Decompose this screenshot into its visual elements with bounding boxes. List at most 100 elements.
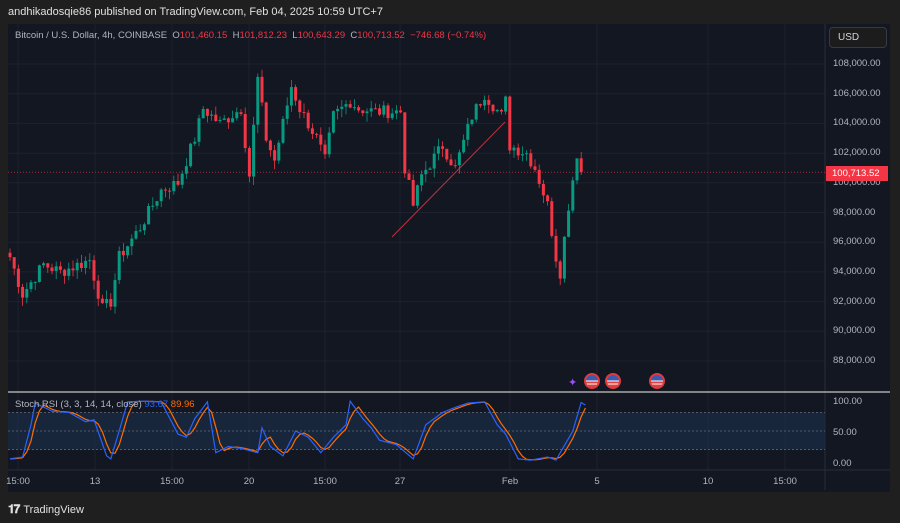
candle-body [105, 299, 109, 304]
us-flag-event-icon[interactable] [605, 373, 621, 389]
us-flag-event-icon[interactable] [649, 373, 665, 389]
candle-body [155, 201, 159, 206]
brand-name: TradingView [23, 503, 84, 516]
time-axis-label: 13 [89, 476, 101, 487]
candle-body [42, 263, 46, 266]
price-chart[interactable] [0, 0, 900, 523]
candle-body [33, 281, 37, 283]
candle-body [67, 268, 71, 276]
candle-body [516, 147, 520, 156]
candle-body [218, 119, 222, 122]
candle-body [432, 153, 436, 169]
candle-body [453, 165, 457, 167]
candle-body [176, 181, 180, 185]
candle-body [268, 140, 272, 151]
candle-body [210, 114, 214, 116]
candle-body [231, 118, 235, 123]
candle-body [134, 230, 138, 239]
candle-body [58, 266, 62, 270]
candle-body [222, 118, 226, 120]
candle-body [121, 250, 125, 256]
candle-body [394, 110, 398, 114]
candle-body [558, 261, 562, 279]
price-axis-label: 92,000.00 [833, 295, 876, 307]
candle-body [487, 99, 491, 105]
price-axis-label: 94,000.00 [833, 265, 876, 277]
time-axis-label: 5 [594, 476, 600, 487]
candle-body [424, 169, 428, 175]
candle-body [340, 106, 344, 109]
candle-body [470, 119, 474, 125]
sparkle-event-icon[interactable]: ✦ [568, 376, 577, 389]
candle-body [562, 236, 566, 279]
candle-body [239, 112, 243, 115]
candle-body [214, 114, 218, 122]
time-axis-label: 15:00 [773, 476, 797, 487]
candle-body [575, 158, 579, 181]
candle-body [71, 268, 75, 271]
low-value: 100,643.29 [297, 30, 346, 41]
price-axis-label: 90,000.00 [833, 325, 876, 337]
time-axis-label: 27 [394, 476, 406, 487]
candle-body [483, 99, 487, 106]
candle-body [567, 210, 571, 237]
candle-body [403, 112, 407, 174]
candle-body [84, 260, 88, 268]
candle-body [163, 189, 167, 191]
candle-body [289, 87, 293, 106]
candle-body [462, 139, 466, 153]
candle-body [344, 104, 348, 107]
candle-body [382, 105, 386, 115]
candle-body [373, 108, 377, 110]
open-label: O [172, 30, 180, 41]
stoch-axis-label: 50.00 [833, 427, 857, 438]
candle-body [331, 111, 335, 133]
candle-body [235, 112, 239, 119]
currency-button[interactable]: USD [829, 27, 887, 48]
candle-body [277, 142, 281, 161]
candle-body [256, 76, 260, 125]
candle-body [285, 105, 289, 119]
candle-body [319, 134, 323, 145]
time-axis-label: Feb [501, 476, 519, 487]
candle-body [264, 102, 268, 141]
candle-body [512, 147, 516, 151]
candle-body [247, 148, 251, 177]
close-value: 100,713.52 [357, 30, 405, 41]
candle-body [399, 110, 403, 113]
candle-body [474, 104, 478, 120]
candle-body [79, 262, 83, 268]
candle-body [436, 146, 440, 154]
us-flag-event-icon[interactable] [584, 373, 600, 389]
tv-logo-icon: 𝟏𝟕 [8, 502, 20, 516]
candle-body [415, 185, 419, 206]
stoch-rsi-legend: Stoch RSI (3, 3, 14, 14, close) 93.67 89… [15, 399, 195, 410]
candle-body [142, 224, 146, 231]
candle-body [226, 118, 230, 123]
candle-body [378, 108, 382, 115]
candle-body [126, 246, 130, 256]
candle-body [109, 299, 113, 307]
candle-body [147, 206, 151, 225]
candle-body [113, 280, 117, 307]
candle-body [550, 201, 554, 236]
candle-body [478, 104, 482, 106]
candle-body [386, 105, 390, 119]
candle-body [407, 173, 411, 180]
candle-body [54, 266, 58, 272]
time-axis-label: 20 [243, 476, 255, 487]
candle-body [88, 260, 92, 262]
candle-body [457, 152, 461, 166]
candle-body [579, 158, 583, 173]
price-axis-label: 102,000.00 [833, 147, 881, 159]
price-axis-label: 96,000.00 [833, 236, 876, 248]
candle-body [310, 128, 314, 134]
candle-body [306, 112, 310, 129]
candle-body [138, 230, 142, 232]
price-axis-label: 98,000.00 [833, 206, 876, 218]
stoch-d-value: 89.96 [170, 399, 195, 410]
candle-body [449, 159, 453, 166]
change-value: −746.68 (−0.74%) [410, 30, 487, 41]
candle-body [420, 174, 424, 186]
price-axis-label: 108,000.00 [833, 58, 881, 69]
